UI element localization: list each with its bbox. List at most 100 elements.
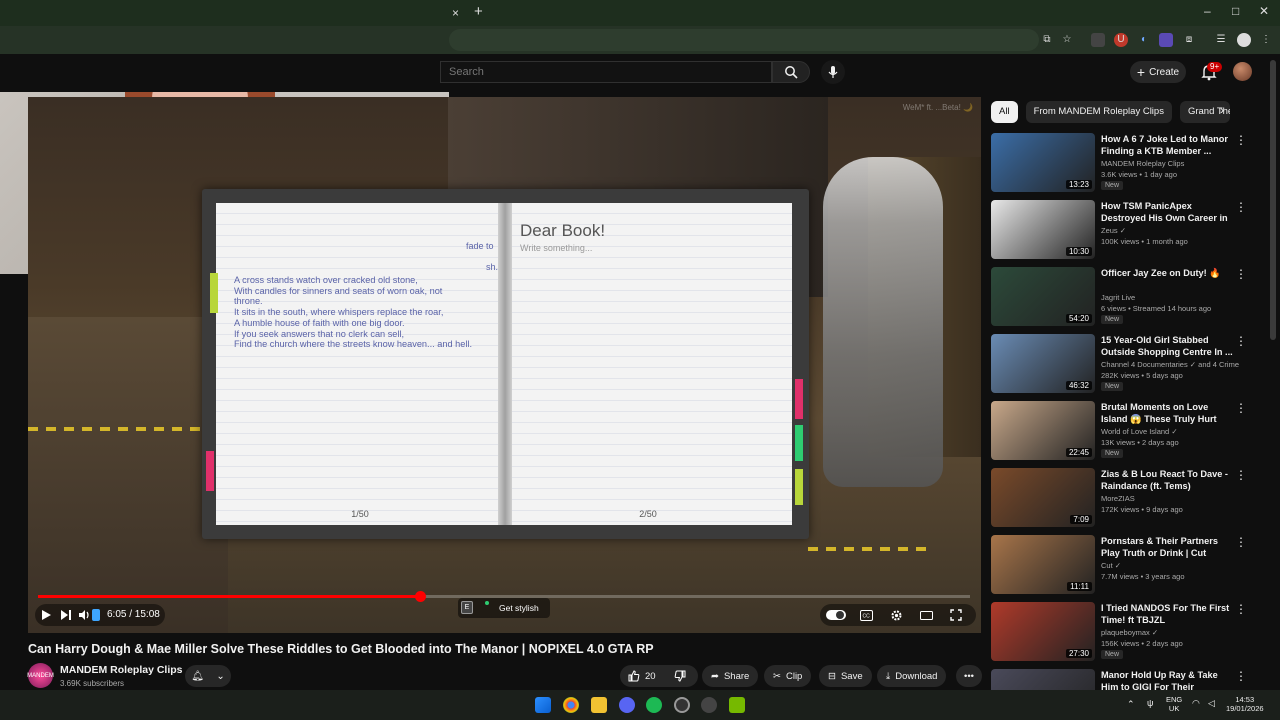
file-explorer-icon[interactable]: [591, 697, 607, 713]
search-input[interactable]: [441, 62, 771, 82]
new-tab-button[interactable]: +: [474, 3, 483, 20]
subscribed-button[interactable]: 🔔︎ ⌄: [185, 665, 231, 687]
play-button[interactable]: [38, 607, 54, 623]
account-avatar[interactable]: [1233, 62, 1252, 81]
next-button[interactable]: [58, 607, 74, 623]
tray-chevron-up-icon[interactable]: ⌃: [1127, 700, 1135, 709]
chip-from-channel[interactable]: From MANDEM Roleplay Clips: [1025, 101, 1172, 123]
tab-close-button[interactable]: ×: [452, 6, 459, 20]
download-button[interactable]: ⤓ Download: [877, 665, 947, 687]
recommendation-item[interactable]: 22:45 Brutal Moments on Love Island 😱 The…: [991, 401, 1251, 463]
recommendation-item[interactable]: 27:30 I Tried NANDOS For The First Time! …: [991, 602, 1251, 664]
start-windows-icon[interactable]: [535, 697, 551, 713]
recommendation-item[interactable]: 54:20 Officer Jay Zee on Duty! 🔥 Jagrit Li…: [991, 267, 1251, 329]
more-vert-icon[interactable]: ⋮: [1235, 602, 1247, 616]
reading-list-icon[interactable]: ☰: [1214, 33, 1228, 47]
bookmark-star-icon[interactable]: ☆: [1060, 33, 1074, 47]
channel-name[interactable]: MANDEM Roleplay Clips: [60, 664, 183, 676]
extensions-puzzle-icon[interactable]: ⧈: [1182, 33, 1196, 47]
recommendation-title[interactable]: I Tried NANDOS For The First Time! ft TB…: [1101, 602, 1233, 626]
more-vert-icon[interactable]: ⋮: [1235, 401, 1247, 415]
video-player[interactable]: WeM* ft. ...Beta! 🌙 fade to sh. A cross …: [28, 97, 981, 633]
chrome-icon[interactable]: [563, 697, 579, 713]
wifi-icon[interactable]: ◠: [1192, 699, 1200, 708]
recommendation-title[interactable]: How TSM PanicApex Destroyed His Own Care…: [1101, 200, 1233, 224]
search-button[interactable]: [772, 61, 810, 83]
install-app-icon[interactable]: ⧉: [1040, 33, 1054, 47]
tray-usb-icon[interactable]: ψ: [1147, 699, 1153, 708]
autoplay-toggle[interactable]: [826, 610, 846, 620]
captions-button[interactable]: CC: [858, 607, 874, 623]
recommendation-title[interactable]: Brutal Moments on Love Island 😱 These Tr…: [1101, 401, 1233, 425]
profile-icon[interactable]: [1237, 33, 1251, 47]
window-maximize-button[interactable]: □: [1232, 4, 1239, 18]
recommendation-title[interactable]: How A 6 7 Joke Led to Manor Finding a KT…: [1101, 133, 1233, 157]
recommendation-title[interactable]: Zias & B Lou React To Dave - Raindance (…: [1101, 468, 1233, 492]
translate-extension-icon[interactable]: ◐: [1137, 33, 1151, 47]
volume-slider-handle[interactable]: [92, 609, 100, 621]
more-vert-icon[interactable]: ⋮: [1235, 133, 1247, 147]
recommendation-channel[interactable]: MANDEM Roleplay Clips: [1101, 159, 1184, 168]
ublock-extension-icon[interactable]: U: [1114, 33, 1128, 47]
recommendation-channel[interactable]: Channel 4 Documentaries ✓ and 4 Crime: [1101, 360, 1239, 369]
speaker-icon[interactable]: ◁: [1208, 699, 1215, 708]
browser-menu-icon[interactable]: ⋮: [1259, 33, 1273, 47]
more-vert-icon[interactable]: ⋮: [1235, 334, 1247, 348]
recommendation-item[interactable]: 46:32 15 Year-Old Girl Stabbed Outside Sh…: [991, 334, 1251, 396]
recommendation-thumbnail[interactable]: 27:30: [991, 602, 1095, 661]
window-minimize-button[interactable]: –: [1204, 4, 1211, 18]
dislike-button[interactable]: [668, 665, 692, 687]
save-button[interactable]: ⊟ Save: [819, 665, 872, 687]
clock[interactable]: 14:53 19/01/2026: [1226, 695, 1264, 713]
recommendation-thumbnail[interactable]: 13:23: [991, 133, 1095, 192]
more-vert-icon[interactable]: ⋮: [1235, 468, 1247, 482]
like-button[interactable]: 20: [620, 665, 664, 687]
recommendation-title[interactable]: Officer Jay Zee on Duty! 🔥: [1101, 267, 1233, 279]
language-indicator[interactable]: ENG UK: [1166, 695, 1182, 713]
window-close-button[interactable]: ✕: [1259, 4, 1269, 18]
more-vert-icon[interactable]: ⋮: [1235, 200, 1247, 214]
recommendation-thumbnail[interactable]: 46:32: [991, 334, 1095, 393]
theater-mode-button[interactable]: [918, 607, 934, 623]
volume-button[interactable]: [76, 607, 92, 623]
recommendation-item[interactable]: 11:11 Pornstars & Their Partners Play Tru…: [991, 535, 1251, 597]
recommendation-channel[interactable]: plaqueboymax ✓: [1101, 628, 1158, 637]
more-vert-icon[interactable]: ⋮: [1235, 535, 1247, 549]
more-vert-icon[interactable]: ⋮: [1235, 267, 1247, 281]
fullscreen-button[interactable]: [948, 607, 964, 623]
recommendation-item[interactable]: 13:23 How A 6 7 Joke Led to Manor Finding…: [991, 133, 1251, 195]
obs-icon[interactable]: [701, 697, 717, 713]
recommendation-item[interactable]: 10:30 How TSM PanicApex Destroyed His Own…: [991, 200, 1251, 262]
nvidia-icon[interactable]: [729, 697, 745, 713]
channel-avatar[interactable]: MANDEM: [27, 663, 54, 688]
recommendation-title[interactable]: Pornstars & Their Partners Play Truth or…: [1101, 535, 1233, 559]
recommendation-channel[interactable]: World of Love Island ✓: [1101, 427, 1178, 436]
settings-button[interactable]: [888, 607, 904, 623]
recommendation-channel[interactable]: MoreZIAS: [1101, 494, 1135, 503]
recommendation-channel[interactable]: Zeus ✓: [1101, 226, 1126, 235]
recommendation-channel[interactable]: Cut ✓: [1101, 561, 1121, 570]
recommendation-thumbnail[interactable]: 54:20: [991, 267, 1095, 326]
extension-icon[interactable]: [1091, 33, 1105, 47]
spotify-icon[interactable]: [646, 697, 662, 713]
recommendation-channel[interactable]: Jagrit Live: [1101, 293, 1135, 302]
twitch-extension-icon[interactable]: [1159, 33, 1173, 47]
share-button[interactable]: ➦ Share: [702, 665, 759, 687]
chip-all[interactable]: All: [991, 101, 1018, 123]
chips-next-arrow-icon[interactable]: ›: [1220, 103, 1224, 117]
recommendation-item[interactable]: 7:09 Zias & B Lou React To Dave - Raindan…: [991, 468, 1251, 530]
voice-search-button[interactable]: [821, 60, 845, 84]
search-box[interactable]: [440, 61, 772, 83]
address-bar[interactable]: [449, 29, 1039, 51]
more-actions-button[interactable]: •••: [956, 665, 982, 687]
recommendation-thumbnail[interactable]: 7:09: [991, 468, 1095, 527]
more-vert-icon[interactable]: ⋮: [1235, 669, 1247, 683]
sidebar-scrollbar[interactable]: [1270, 60, 1276, 340]
recommendation-title[interactable]: 15 Year-Old Girl Stabbed Outside Shoppin…: [1101, 334, 1233, 358]
recommendation-thumbnail[interactable]: 10:30: [991, 200, 1095, 259]
recommendation-thumbnail[interactable]: 11:11: [991, 535, 1095, 594]
app-icon[interactable]: [674, 697, 690, 713]
clip-button[interactable]: ✂ Clip: [764, 665, 812, 687]
recommendation-thumbnail[interactable]: 22:45: [991, 401, 1095, 460]
create-button[interactable]: + Create: [1130, 61, 1186, 83]
